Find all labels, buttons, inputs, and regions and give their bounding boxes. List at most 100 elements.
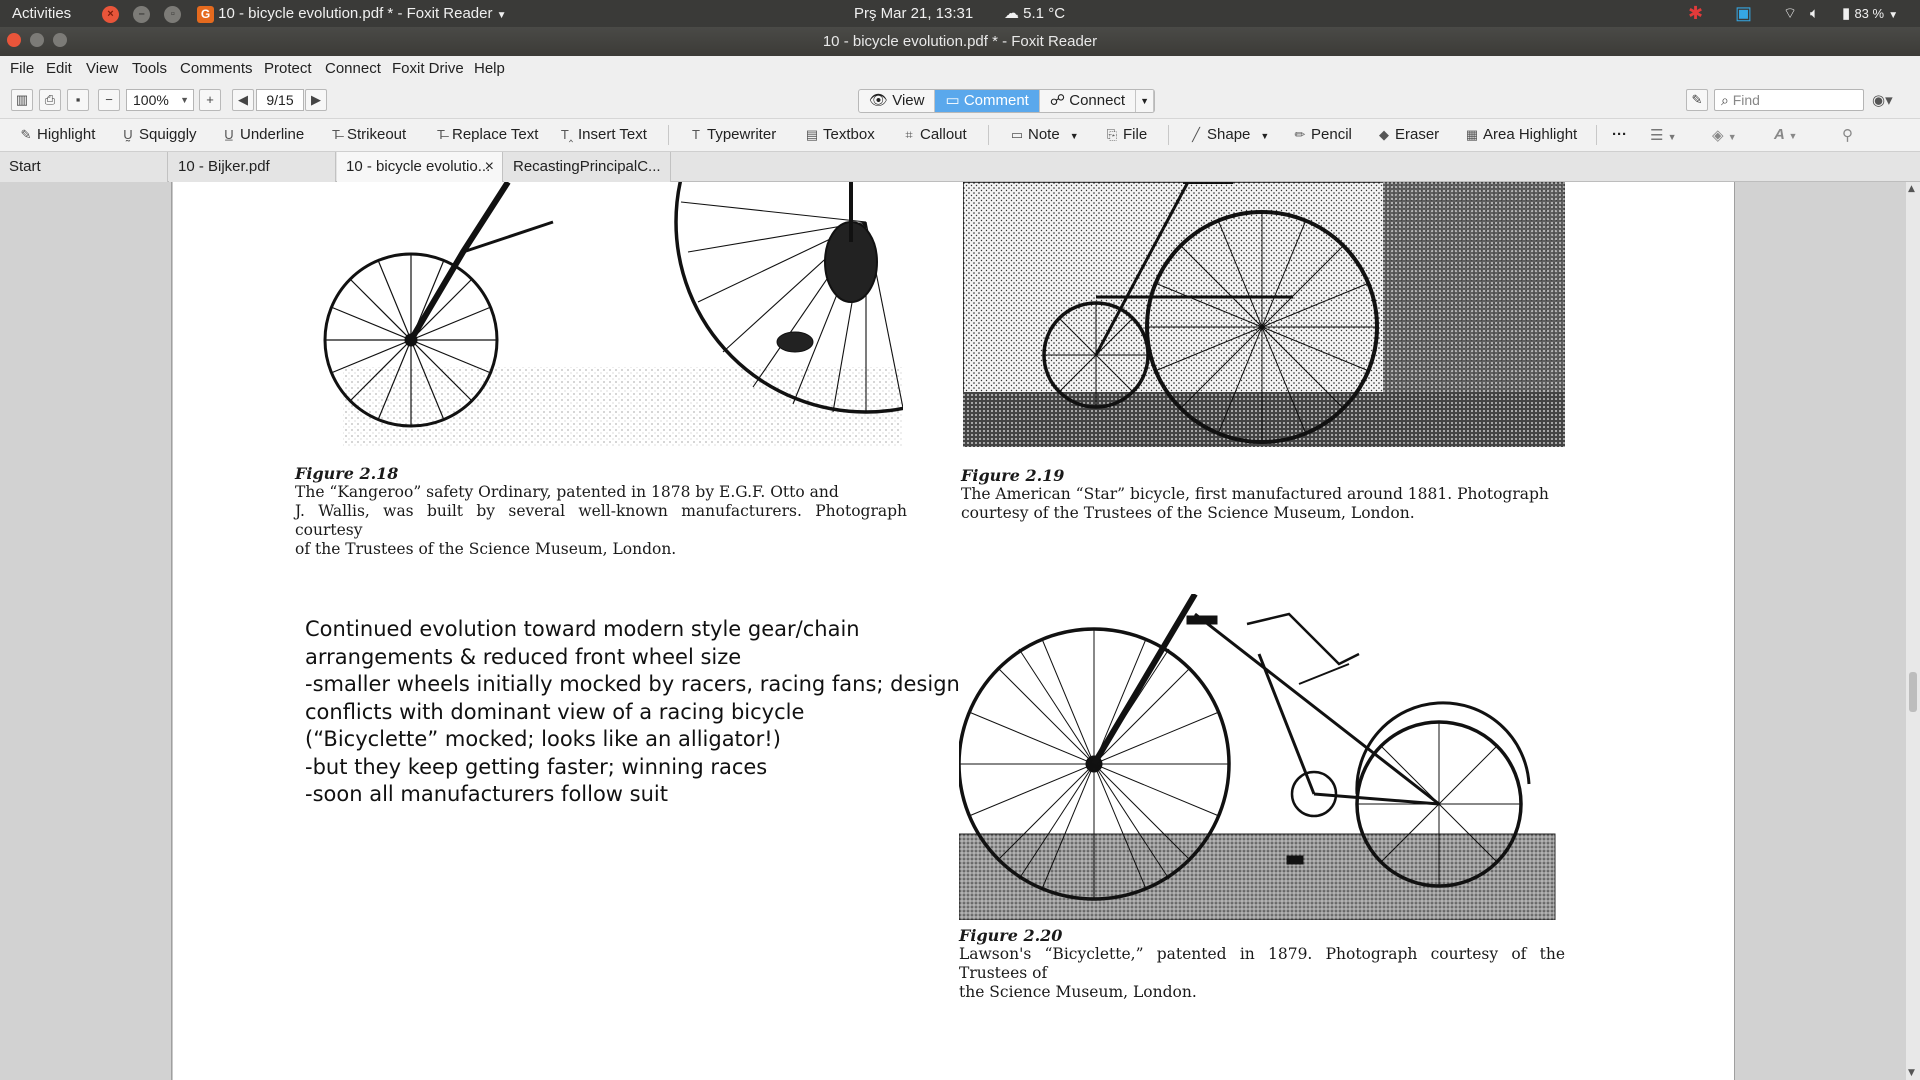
zoom-out-icon[interactable]: − <box>98 89 120 111</box>
zoom-in-icon[interactable]: + <box>199 89 221 111</box>
tool-callout[interactable]: ⌗ Callout <box>901 126 967 143</box>
textbox-icon: ▤ <box>805 127 819 142</box>
sidebar-toggle-icon[interactable]: ▥ <box>11 89 33 111</box>
chevron-down-icon: ▼ <box>180 95 189 105</box>
caption-line: The “Kangeroo” safety Ordinary, patented… <box>295 483 839 501</box>
caption-line: courtesy of the Trustees of the Science … <box>961 504 1415 522</box>
tab-recasting[interactable]: RecastingPrincipalC... <box>504 152 671 182</box>
eraser-icon: ◆ <box>1379 127 1389 142</box>
typewriter-notes[interactable]: Continued evolution toward modern style … <box>305 616 960 809</box>
comment-toolbar: ✎ Highlight Ṵ Squiggly U̲ Underline T̶ Strik… <box>0 119 1920 152</box>
menu-file[interactable]: File <box>10 60 34 77</box>
mode-comment-button[interactable]: ▭ Comment <box>935 90 1040 112</box>
app-menu[interactable]: G 10 - bicycle evolution.pdf * - Foxit R… <box>197 0 507 27</box>
battery-icon: ▮ <box>1842 5 1851 22</box>
page-number-field[interactable]: 9/15 <box>256 89 304 111</box>
window-controls: × – ▫ <box>102 0 182 27</box>
find-placeholder: Find <box>1732 92 1760 108</box>
tool-label: Underline <box>240 126 305 143</box>
menu-tools[interactable]: Tools <box>132 60 167 77</box>
scroll-up-icon[interactable]: ▲ <box>1908 184 1915 194</box>
tool-insert-text[interactable]: T‸ Insert Text <box>559 126 647 143</box>
scrollbar-thumb[interactable] <box>1909 672 1917 712</box>
menu-connect[interactable]: Connect <box>325 60 381 77</box>
figure-2-19-caption: Figure 2.19 The American “Star” bicycle,… <box>961 466 1563 523</box>
strikeout-icon: T̶ <box>332 127 340 142</box>
mode-connect-button[interactable]: ☍ Connect <box>1040 90 1137 112</box>
menu-foxit-drive[interactable]: Foxit Drive <box>392 60 464 77</box>
menu-help[interactable]: Help <box>474 60 505 77</box>
bicyclette-illustration <box>959 594 1556 920</box>
tool-shape[interactable]: ╱ Shape ▼ <box>1188 126 1269 143</box>
tab-bicycle-evolution[interactable]: 10 - bicycle evolutio... × <box>337 152 503 182</box>
weather-indicator[interactable]: ☁ 5.1 °C <box>1004 0 1065 27</box>
print-icon[interactable]: ⎙ <box>39 89 61 111</box>
account-icon[interactable]: ◉▾ <box>1872 91 1893 109</box>
sign-icon[interactable]: ✎ <box>1686 89 1708 111</box>
tool-note[interactable]: ▭ Note ▼ <box>1009 126 1079 143</box>
battery-indicator[interactable]: ▮ 83 % ▼ <box>1842 0 1898 27</box>
tool-highlight[interactable]: ✎ Highlight <box>18 126 96 143</box>
document-tabs: Start 10 - Bijker.pdf 10 - bicycle evolu… <box>0 152 1920 182</box>
tool-squiggly[interactable]: Ṵ Squiggly <box>120 126 196 143</box>
window-title: 10 - bicycle evolution.pdf * - Foxit Rea… <box>822 33 1098 50</box>
tool-typewriter[interactable]: T Typewriter <box>688 126 776 143</box>
tool-strikeout[interactable]: T̶ Strikeout <box>328 126 406 143</box>
menu-edit[interactable]: Edit <box>46 60 72 77</box>
weather-temp: 5.1 °C <box>1023 5 1066 22</box>
tool-label: Typewriter <box>707 126 777 143</box>
tool-replace-text[interactable]: T̶ Replace Text <box>433 126 538 143</box>
close-tab-icon[interactable]: × <box>485 152 494 182</box>
note-line: (“Bicyclette” mocked; looks like an alli… <box>305 727 781 751</box>
pdf-page: Figure 2.18 The “Kangeroo” safety Ordina… <box>173 182 1734 1080</box>
mode-dropdown-icon[interactable]: ▼ <box>1136 90 1155 112</box>
zoom-select[interactable]: 100% ▼ <box>126 89 194 111</box>
activities-button[interactable]: Activities <box>12 0 71 27</box>
more-tools-icon[interactable]: ··· <box>1612 126 1627 143</box>
tool-pencil[interactable]: ✏ Pencil <box>1292 126 1352 143</box>
note-line: -smaller wheels initially mocked by race… <box>305 672 960 696</box>
find-input[interactable]: ⌕ Find <box>1714 89 1864 111</box>
save-icon[interactable]: ▪ <box>67 89 89 111</box>
tool-file[interactable]: ⎘ File <box>1104 126 1147 143</box>
indicator-blue-icon[interactable]: ▣ <box>1735 0 1752 27</box>
quick-toolbar: ▥ ⎙ ▪ − 100% ▼ + ◀ 9/15 ▶ 👁︎ View ▭ Comm… <box>0 81 1920 119</box>
tab-start[interactable]: Start <box>0 152 168 182</box>
indicator-red-icon[interactable]: ✱ <box>1688 0 1703 27</box>
tool-label: File <box>1123 126 1148 143</box>
tool-label: Note <box>1028 126 1060 143</box>
tool-area-highlight[interactable]: ▦ Area Highlight <box>1464 126 1577 143</box>
toolbar-divider <box>988 125 989 145</box>
close-icon[interactable]: × <box>102 5 119 23</box>
tool-eraser[interactable]: ◆ Eraser <box>1376 126 1439 143</box>
menu-protect[interactable]: Protect <box>264 60 312 77</box>
wifi-icon[interactable]: ⌔ <box>1783 0 1797 27</box>
tool-underline[interactable]: U̲ Underline <box>221 126 304 143</box>
maximize-icon[interactable]: ▫ <box>164 5 182 23</box>
tool-label: Callout <box>920 126 967 143</box>
font-style-icon[interactable]: A ▼ <box>1774 126 1797 143</box>
menu-view[interactable]: View <box>86 60 118 77</box>
search-icon: ⌕ <box>1721 92 1729 108</box>
note-line: -soon all manufacturers follow suit <box>305 782 668 806</box>
tab-bijker[interactable]: 10 - Bijker.pdf <box>169 152 336 182</box>
fill-color-icon[interactable]: ◈ ▼ <box>1712 126 1737 144</box>
insert-text-icon: T‸ <box>560 127 574 142</box>
minimize-icon[interactable]: – <box>133 5 151 23</box>
scroll-down-icon[interactable]: ▼ <box>1908 1068 1915 1078</box>
right-gutter <box>1734 182 1906 1080</box>
vertical-scrollbar[interactable]: ▲ ▼ <box>1906 182 1920 1080</box>
note-line: conflicts with dominant view of a racing… <box>305 699 805 724</box>
tool-textbox[interactable]: ▤ Textbox <box>804 126 875 143</box>
tab-label: 10 - Bijker.pdf <box>178 158 270 175</box>
volume-icon[interactable]: 🔈︎ <box>1810 0 1819 27</box>
next-page-icon[interactable]: ▶ <box>305 89 327 111</box>
menu-comments[interactable]: Comments <box>180 60 253 77</box>
tool-label: Textbox <box>823 126 875 143</box>
mode-view-button[interactable]: 👁︎ View <box>859 90 936 112</box>
previous-page-icon[interactable]: ◀ <box>232 89 254 111</box>
pin-icon[interactable]: ⚲ <box>1842 126 1853 144</box>
clock[interactable]: Prş Mar 21, 13:31 <box>854 0 973 27</box>
area-highlight-icon: ▦ <box>1465 127 1479 142</box>
line-style-icon[interactable]: ☰ ▼ <box>1650 126 1677 144</box>
